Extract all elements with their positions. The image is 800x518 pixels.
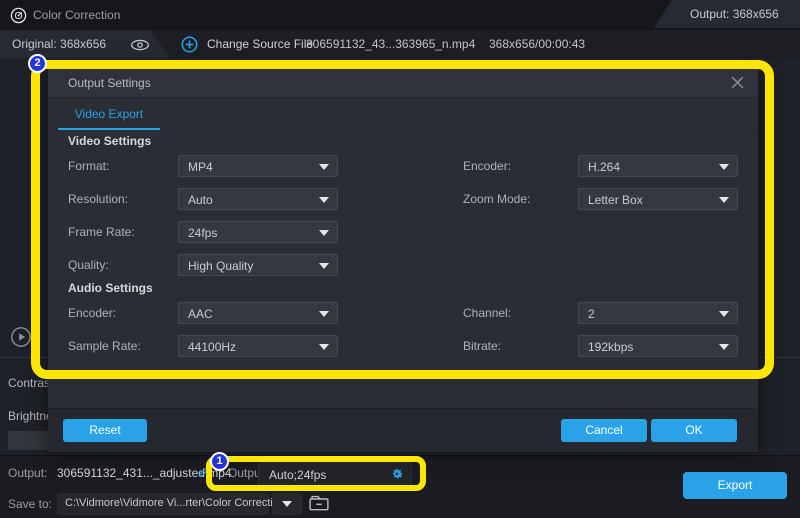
resolution-dropdown[interactable]: Auto [178, 188, 338, 210]
save-to-label: Save to: [8, 497, 52, 511]
contrast-label: Contrast [8, 376, 48, 390]
source-filename: 306591132_43...363965_n.mp4 [306, 37, 475, 51]
output-profile-value: Auto;24fps [269, 468, 326, 482]
encoder-label: Encoder: [463, 159, 511, 173]
format-label: Format: [68, 159, 109, 173]
video-preview-edge [127, 61, 273, 66]
channel-value: 2 [588, 307, 595, 321]
zoom-mode-label: Zoom Mode: [463, 192, 530, 206]
app-logo-icon [10, 7, 27, 29]
window-title: Color Correction [33, 8, 120, 22]
add-file-plus-icon[interactable] [181, 36, 198, 58]
adjustment-value-box[interactable] [8, 431, 48, 450]
source-dimensions-duration: 368x656/00:00:43 [489, 37, 585, 51]
audio-encoder-value: AAC [188, 307, 213, 321]
chevron-down-icon [319, 230, 329, 236]
chevron-down-icon [319, 263, 329, 269]
audio-settings-heading: Audio Settings [68, 281, 153, 295]
output-profile-field[interactable]: Auto;24fps [258, 462, 412, 486]
chevron-down-icon [719, 197, 729, 203]
video-preview-edge2 [525, 61, 600, 66]
app-window: Color Correction Original: 368x656 Chang… [0, 0, 800, 518]
save-path-dropdown-button[interactable] [272, 493, 302, 515]
sample-rate-dropdown[interactable]: 44100Hz [178, 335, 338, 357]
chevron-down-icon [719, 311, 729, 317]
bitrate-value: 192kbps [588, 340, 633, 354]
browse-folder-icon[interactable] [308, 495, 330, 516]
video-settings-heading: Video Settings [68, 134, 151, 148]
resolution-value: Auto [188, 193, 213, 207]
quality-value: High Quality [188, 259, 253, 273]
format-value: MP4 [188, 160, 213, 174]
chevron-down-icon [319, 311, 329, 317]
export-button[interactable]: Export [683, 472, 787, 499]
bottom-bar: Output: 306591132_431..._adjusted.mp4 Ou… [0, 455, 800, 518]
chevron-down-icon [719, 164, 729, 170]
chevron-down-icon [319, 164, 329, 170]
dialog-tab-bar: Video Export [48, 98, 758, 130]
frame-rate-label: Frame Rate: [68, 225, 135, 239]
output-file-label: Output: [8, 466, 47, 480]
sample-rate-label: Sample Rate: [68, 339, 141, 353]
output-size-label: Output: 368x656 [690, 7, 779, 21]
settings-gear-icon[interactable] [390, 467, 404, 486]
bitrate-dropdown[interactable]: 192kbps [578, 335, 738, 357]
play-icon[interactable] [10, 326, 32, 353]
cancel-button[interactable]: Cancel [561, 419, 647, 442]
quality-dropdown[interactable]: High Quality [178, 254, 338, 276]
resolution-label: Resolution: [68, 192, 128, 206]
output-settings-dialog: Output Settings Video Export Video Setti… [48, 68, 758, 452]
tab-output[interactable]: Output: 368x656 [654, 0, 800, 28]
ok-button[interactable]: OK [651, 419, 737, 442]
sample-rate-value: 44100Hz [188, 340, 236, 354]
audio-encoder-dropdown[interactable]: AAC [178, 302, 338, 324]
channel-dropdown[interactable]: 2 [578, 302, 738, 324]
channel-label: Channel: [463, 306, 511, 320]
save-path-value: C:\Vidmore\Vidmore Vi...rter\Color Corre… [65, 497, 285, 509]
dialog-close-icon[interactable] [731, 76, 744, 94]
tab-original[interactable]: Original: 368x656 [0, 30, 172, 58]
brightness-label: Brightness [8, 409, 48, 423]
frame-rate-value: 24fps [188, 226, 217, 240]
chevron-down-icon [319, 344, 329, 350]
change-source-file-button[interactable]: Change Source File [207, 37, 313, 51]
frame-rate-dropdown[interactable]: 24fps [178, 221, 338, 243]
encoder-value: H.264 [588, 160, 620, 174]
save-path-field[interactable]: C:\Vidmore\Vidmore Vi...rter\Color Corre… [57, 493, 269, 515]
audio-encoder-label: Encoder: [68, 306, 116, 320]
zoom-mode-dropdown[interactable]: Letter Box [578, 188, 738, 210]
bitrate-label: Bitrate: [463, 339, 501, 353]
tab-video-export[interactable]: Video Export [58, 98, 160, 130]
chevron-down-icon [719, 344, 729, 350]
format-dropdown[interactable]: MP4 [178, 155, 338, 177]
dialog-header: Output Settings [48, 68, 758, 98]
chevron-down-icon [282, 501, 292, 507]
encoder-dropdown[interactable]: H.264 [578, 155, 738, 177]
rename-pencil-icon[interactable] [198, 465, 211, 483]
dialog-footer: Reset Cancel OK [48, 408, 758, 452]
original-size-label: Original: 368x656 [12, 37, 106, 51]
chevron-down-icon [319, 197, 329, 203]
quality-label: Quality: [68, 258, 109, 272]
zoom-mode-value: Letter Box [588, 193, 643, 207]
reset-button[interactable]: Reset [63, 419, 147, 442]
dialog-title: Output Settings [68, 76, 151, 90]
preview-eye-icon[interactable] [130, 38, 150, 56]
